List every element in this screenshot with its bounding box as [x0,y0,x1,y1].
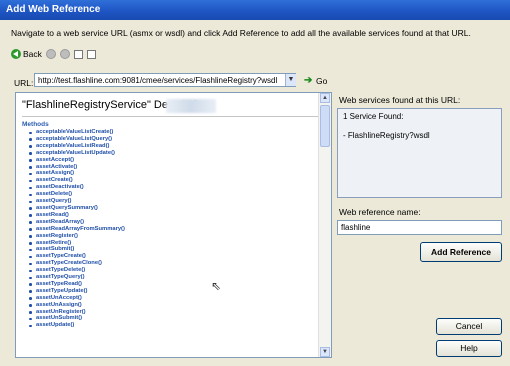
method-link[interactable]: assetDelete() [29,191,125,198]
method-link[interactable]: assetTypeCreateClone() [29,260,125,267]
go-button[interactable]: ➔ Go [304,75,328,87]
method-link[interactable]: assetRetire() [29,240,125,247]
method-link[interactable]: assetUnSubmit() [29,315,125,322]
method-link[interactable]: assetRegister() [29,233,125,240]
method-link[interactable]: assetAccept() [29,157,125,164]
method-link[interactable]: assetUpdate() [29,322,125,329]
method-link[interactable]: assetUnRegister() [29,309,125,316]
title-divider [22,116,322,117]
method-link[interactable]: acceptableValueListCreate() [29,129,125,136]
back-button[interactable]: Back [11,49,42,59]
web-reference-name-label: Web reference name: [339,207,421,217]
method-link[interactable]: assetSubmit() [29,246,125,253]
mouse-cursor-icon: ⇖ [211,279,222,293]
method-link[interactable]: acceptableValueListUpdate() [29,150,125,157]
method-link[interactable]: assetCreate() [29,177,125,184]
method-link[interactable]: assetReadArray() [29,219,125,226]
home-button[interactable] [86,49,96,59]
services-found-list[interactable]: 1 Service Found: - FlashlineRegistry?wsd… [337,108,502,198]
method-link[interactable]: assetQuery() [29,198,125,205]
method-link[interactable]: assetActivate() [29,164,125,171]
method-link[interactable]: assetTypeCreate() [29,253,125,260]
browser-toolbar: Back [11,46,100,62]
back-arrow-icon [11,49,21,59]
scroll-down-icon[interactable]: ▼ [320,347,330,357]
instructions-text: Navigate to a web service URL (asmx or w… [11,28,471,38]
service-item[interactable]: - FlashlineRegistry?wsdl [343,131,496,140]
cancel-button[interactable]: Cancel [436,318,502,335]
method-link[interactable]: assetTypeQuery() [29,274,125,281]
url-dropdown-chevron-icon[interactable]: ▼ [285,74,296,86]
method-link[interactable]: acceptableValueListQuery() [29,136,125,143]
services-found-label: Web services found at this URL: [339,95,461,105]
methods-heading: Methods [22,121,49,128]
url-input[interactable]: http://test.flashline.com:9081/cmee/serv… [34,73,296,87]
refresh-icon [73,49,83,59]
method-link[interactable]: assetTypeDelete() [29,267,125,274]
home-icon [86,49,96,59]
stop-button[interactable] [59,49,70,59]
method-link[interactable]: assetDeactivate() [29,184,125,191]
vertical-scrollbar[interactable]: ▲ ▼ [318,93,331,357]
web-reference-name-input[interactable]: flashline [337,220,502,235]
method-link[interactable]: acceptableValueListRead() [29,143,125,150]
back-label: Back [23,49,42,59]
method-link[interactable]: assetUnAccept() [29,295,125,302]
forward-arrow-icon [45,49,56,59]
blurred-region [166,99,216,113]
add-reference-button[interactable]: Add Reference [420,242,502,262]
method-link[interactable]: assetAssign() [29,170,125,177]
help-button[interactable]: Help [436,340,502,357]
methods-list: acceptableValueListCreate() acceptableVal… [22,129,125,329]
url-label: URL: [14,78,34,88]
service-description-pane[interactable]: "FlashlineRegistryService" Description M… [15,92,332,358]
scrollbar-thumb[interactable] [320,105,330,147]
method-link[interactable]: assetTypeRead() [29,281,125,288]
refresh-button[interactable] [73,49,83,59]
scroll-up-icon[interactable]: ▲ [320,93,330,103]
stop-icon [59,49,70,59]
add-web-reference-dialog: Add Web Reference Navigate to a web serv… [0,0,510,366]
go-label: Go [316,76,328,86]
method-link[interactable]: assetRead() [29,212,125,219]
method-link[interactable]: assetTypeUpdate() [29,288,125,295]
method-link[interactable]: assetUnAssign() [29,302,125,309]
services-count: 1 Service Found: [343,112,404,121]
method-link[interactable]: assetReadArrayFromSummary() [29,226,125,233]
window-title: Add Web Reference [0,0,510,20]
method-link[interactable]: assetQuerySummary() [29,205,125,212]
go-arrow-icon: ➔ [304,75,313,86]
forward-button[interactable] [45,49,56,59]
